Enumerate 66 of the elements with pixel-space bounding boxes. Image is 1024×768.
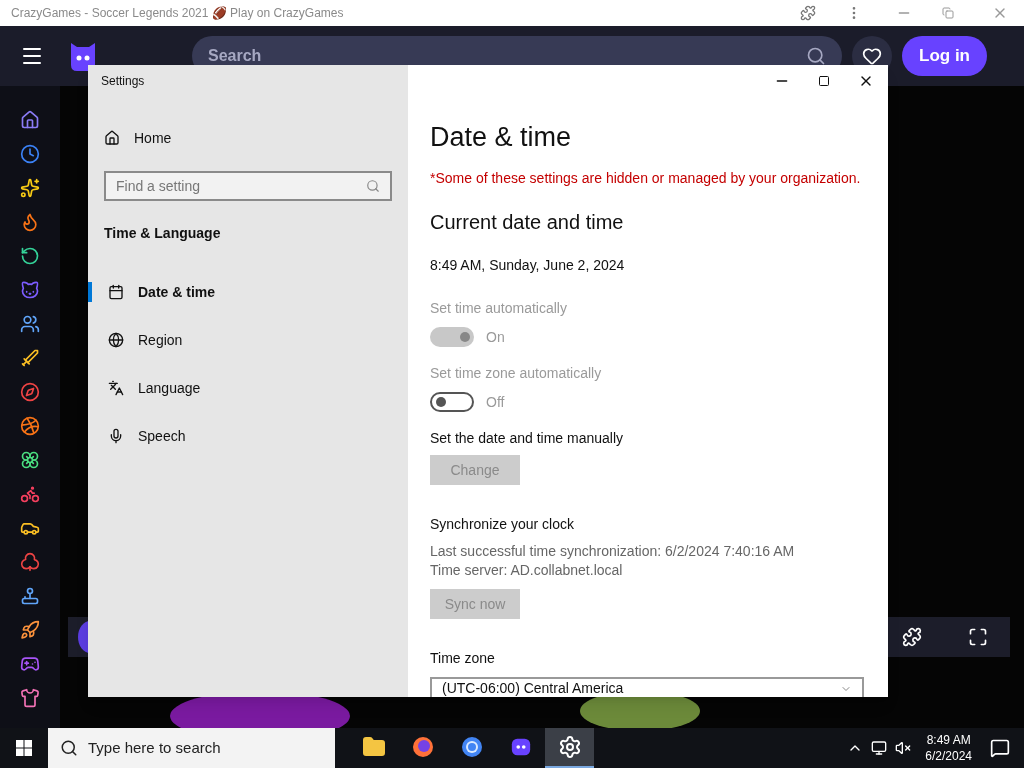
login-button[interactable]: Log in [902, 36, 987, 76]
ball-icon[interactable] [20, 416, 40, 436]
network-icon[interactable] [871, 740, 888, 756]
refresh-icon[interactable] [20, 246, 40, 266]
toggle-label: Set time zone automatically [430, 364, 603, 382]
notifications-icon[interactable] [990, 738, 1010, 758]
folder-icon [361, 735, 386, 759]
windows-start-icon[interactable] [16, 740, 32, 756]
puzzle-icon[interactable] [902, 627, 922, 647]
browser-icon [410, 735, 435, 759]
compass-icon[interactable] [20, 382, 40, 402]
muted-speaker-icon[interactable] [895, 740, 912, 756]
clock-icon[interactable] [20, 144, 40, 164]
nav-item[interactable]: Language [88, 378, 408, 398]
rocket-icon[interactable] [20, 620, 40, 640]
taskbar-app[interactable] [545, 728, 594, 768]
manual-label: Set the date and time manually [430, 429, 624, 447]
sparkles-icon[interactable] [20, 178, 40, 198]
house-icon[interactable] [20, 110, 40, 130]
microphone-icon [108, 428, 124, 444]
toggle-switch[interactable] [430, 392, 474, 412]
calendar-icon [108, 284, 124, 300]
window-title: Settings [101, 73, 146, 89]
section-heading: Time & Language [104, 224, 222, 242]
flame-icon[interactable] [20, 212, 40, 232]
extensions-icon[interactable] [800, 5, 816, 21]
joystick-icon[interactable] [20, 586, 40, 606]
settings-icon [557, 735, 582, 759]
home-nav-item[interactable]: Home [104, 128, 172, 148]
toggle-state: On [486, 327, 505, 347]
search-icon [60, 739, 78, 757]
bike-icon[interactable] [20, 484, 40, 504]
cat-icon[interactable] [20, 280, 40, 300]
clock[interactable]: 8:49 AM 6/2/2024 [925, 732, 972, 764]
find-setting-field[interactable]: Find a setting [104, 171, 392, 201]
toggle-state: Off [486, 392, 505, 412]
sword-icon[interactable] [20, 348, 40, 368]
taskbar-search-field[interactable]: Type here to search [48, 728, 335, 768]
globe-icon [108, 332, 124, 348]
time-zone-label: Time zone [430, 649, 496, 667]
search-icon [806, 46, 826, 66]
window-title: CrazyGames - Soccer Legends 2021 🏈 Play on CrazyGames [11, 5, 344, 22]
dress-icon[interactable] [20, 688, 40, 708]
time-server: Time server: AD.collabnet.local [430, 561, 624, 579]
toggle-switch[interactable] [430, 327, 474, 347]
browser-icon [459, 735, 484, 759]
flower-icon[interactable] [20, 450, 40, 470]
cat-icon [509, 736, 532, 758]
nav-item[interactable]: Date & time [88, 282, 408, 302]
people-icon[interactable] [20, 314, 40, 334]
time-zone-dropdown[interactable]: (UTC-06:00) Central America [430, 677, 864, 697]
maximize-icon[interactable] [818, 75, 830, 87]
toggle-label: Set time automatically [430, 299, 568, 317]
house-icon [104, 130, 120, 146]
current-date-time: 8:49 AM, Sunday, June 2, 2024 [430, 256, 626, 274]
nav-item[interactable]: Speech [88, 426, 408, 446]
nav-item[interactable]: Region [88, 330, 408, 350]
sync-last: Last successful time synchronization: 6/2/2024 7:40:16 AM [430, 542, 796, 560]
gamepad-icon[interactable] [20, 654, 40, 674]
fullscreen-icon[interactable] [968, 627, 988, 647]
language-icon [108, 380, 124, 396]
sync-title: Synchronize your clock [430, 515, 575, 533]
page-title: Date & time [430, 121, 573, 153]
section-title: Current date and time [430, 210, 625, 235]
search-icon [366, 179, 380, 193]
policy-notice: *Some of these settings are hidden or managed by your organization. [430, 169, 862, 187]
